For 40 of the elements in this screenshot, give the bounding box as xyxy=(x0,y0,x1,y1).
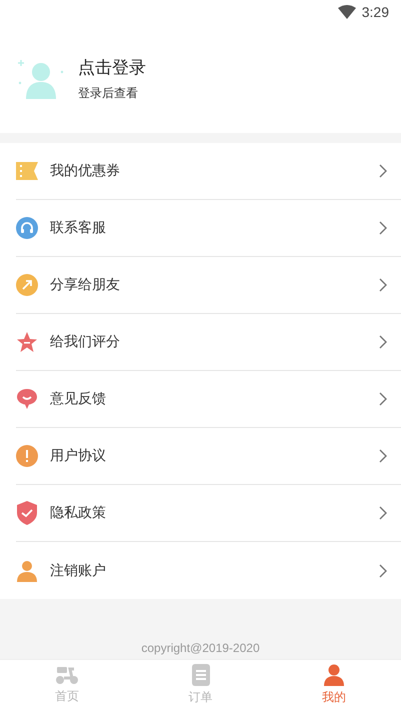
menu-item[interactable]: 给我们评分 xyxy=(16,314,401,371)
menu-item[interactable]: 注销账户 xyxy=(16,542,401,599)
menu-label: 分享给朋友 xyxy=(50,276,121,294)
status-time: 3:29 xyxy=(362,4,389,20)
menu-item[interactable]: 隐私政策 xyxy=(16,485,401,542)
login-title[interactable]: 点击登录 xyxy=(78,56,146,78)
menu-item[interactable]: 我的优惠券 xyxy=(16,143,401,200)
menu-label: 我的优惠券 xyxy=(50,162,121,180)
chat-bubble-icon xyxy=(16,388,38,410)
ticket-icon xyxy=(16,162,38,180)
document-icon xyxy=(192,664,210,686)
menu-label: 注销账户 xyxy=(50,562,107,580)
chevron-right-icon xyxy=(379,392,387,406)
chevron-right-icon xyxy=(379,335,387,349)
menu-item[interactable]: 联系客服 xyxy=(16,200,401,257)
shield-check-icon xyxy=(16,501,38,525)
chevron-right-icon xyxy=(379,449,387,463)
star-icon xyxy=(16,331,38,353)
chevron-right-icon xyxy=(379,506,387,520)
menu-label: 联系客服 xyxy=(50,219,107,237)
menu-item[interactable]: 意见反馈 xyxy=(16,371,401,428)
avatar-icon xyxy=(18,58,64,98)
menu-item[interactable]: 用户协议 xyxy=(16,428,401,485)
chevron-right-icon xyxy=(379,164,387,178)
menu-label: 意见反馈 xyxy=(50,390,107,408)
menu-label: 用户协议 xyxy=(50,447,107,465)
person-icon xyxy=(323,664,346,686)
menu-item[interactable]: 分享给朋友 xyxy=(16,257,401,314)
exclamation-icon xyxy=(16,445,38,467)
chevron-right-icon xyxy=(379,564,387,578)
headset-icon xyxy=(16,217,38,239)
menu-label: 给我们评分 xyxy=(50,333,121,351)
wifi-icon xyxy=(338,5,356,19)
login-subtitle: 登录后查看 xyxy=(78,84,139,102)
scooter-icon xyxy=(54,665,79,685)
person-icon xyxy=(16,560,38,582)
chevron-right-icon xyxy=(379,278,387,292)
copyright-text: copyright@2019-2020 xyxy=(141,641,260,655)
chevron-right-icon xyxy=(379,221,387,235)
menu-label: 隐私政策 xyxy=(50,504,107,522)
